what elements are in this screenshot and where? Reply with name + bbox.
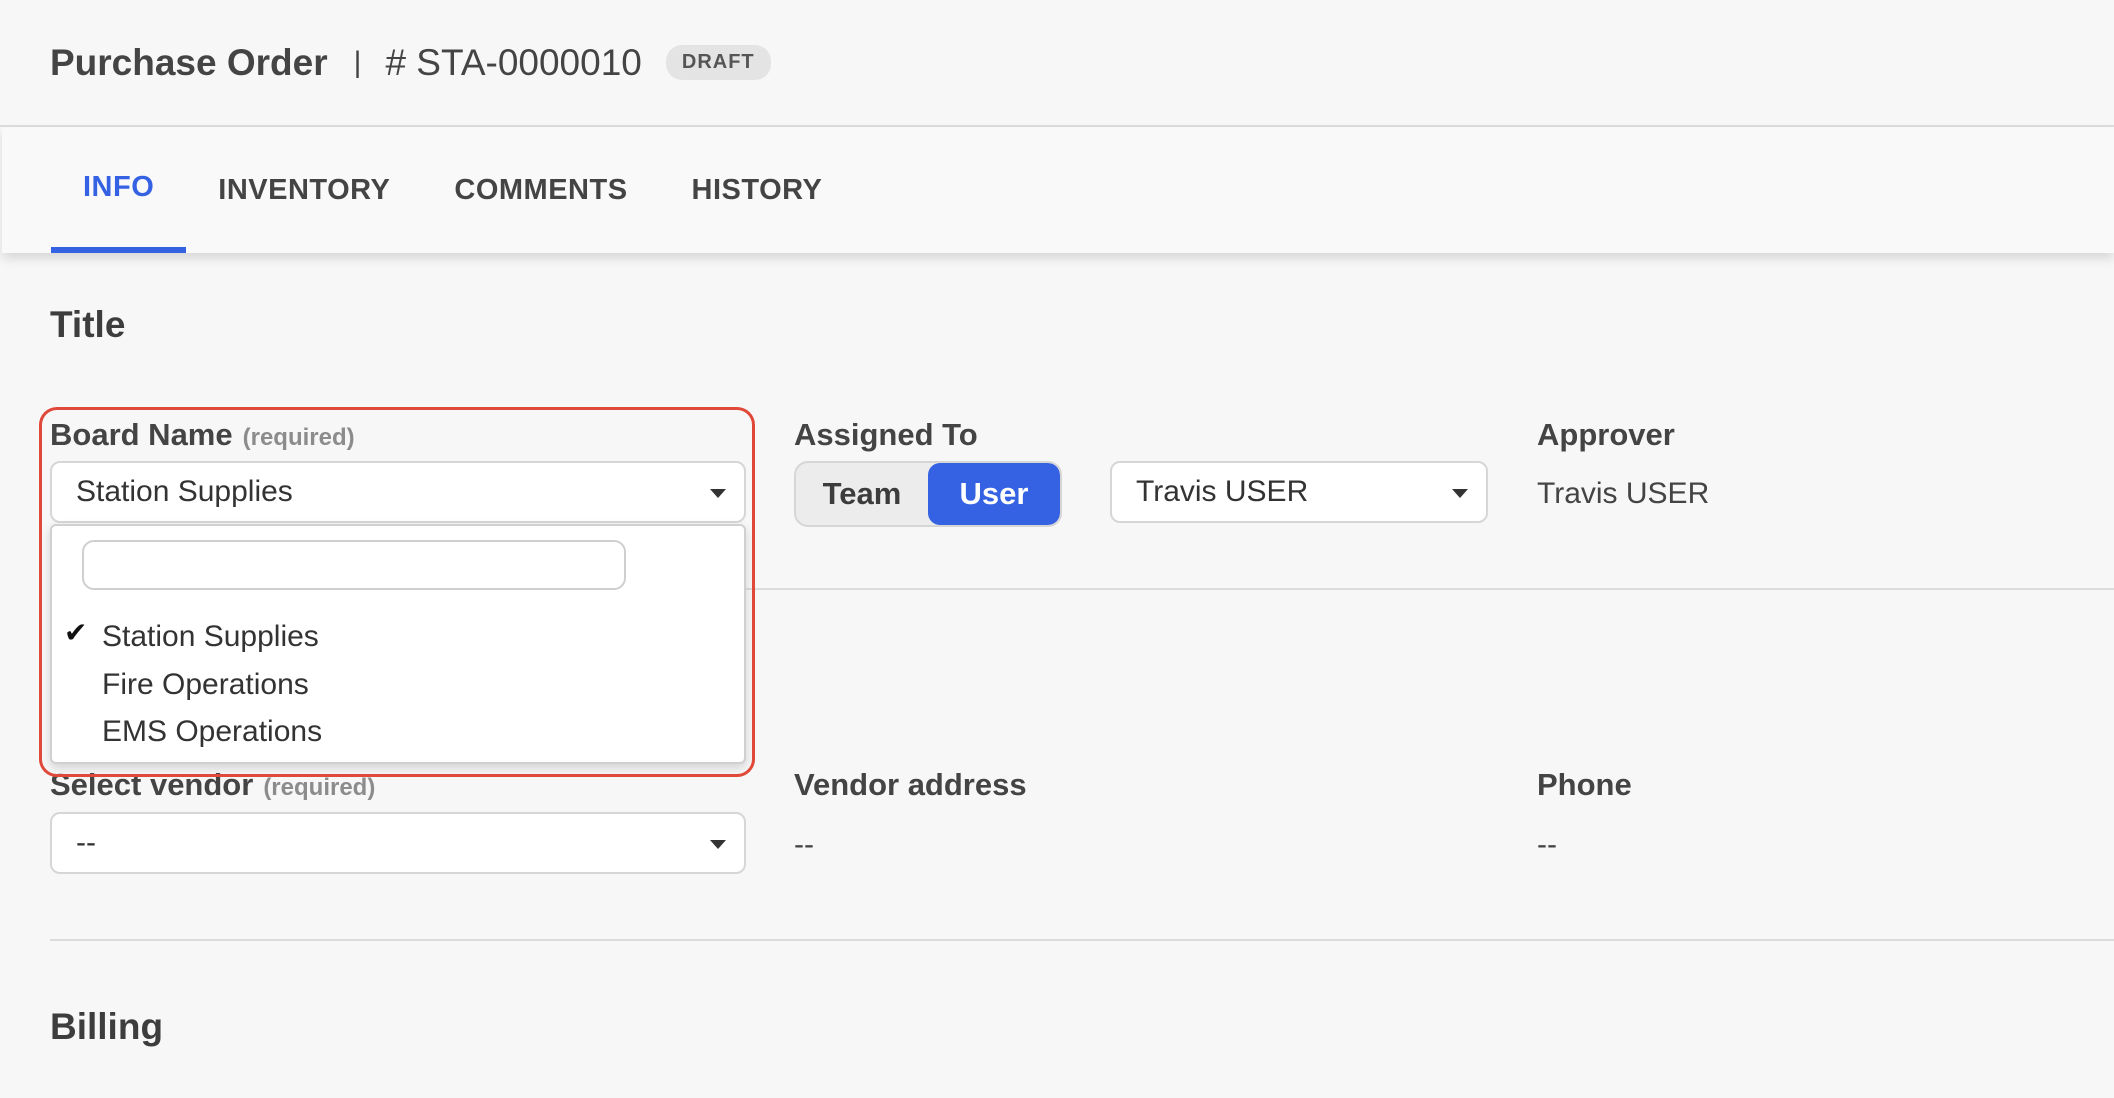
vendor-select[interactable]: -- xyxy=(50,812,746,874)
select-vendor-required: (required) xyxy=(263,774,376,801)
assigned-to-label: Assigned To xyxy=(794,417,978,452)
dropdown-search-input[interactable] xyxy=(82,540,626,590)
caret-down-icon xyxy=(710,840,726,849)
board-name-select[interactable]: Station Supplies xyxy=(50,461,746,523)
caret-down-icon xyxy=(1452,489,1468,498)
team-toggle-option[interactable]: Team xyxy=(796,463,928,525)
assigned-user-select[interactable]: Travis USER xyxy=(1110,461,1488,523)
order-number: # STA-0000010 xyxy=(385,41,642,83)
tab-comments[interactable]: COMMENTS xyxy=(422,127,659,253)
board-name-label: Board Name (required) xyxy=(50,417,355,453)
vendor-address-value: -- xyxy=(794,828,814,861)
dropdown-option-ems-operations[interactable]: EMS Operations xyxy=(102,715,322,749)
title-section-heading: Title xyxy=(50,304,126,345)
user-toggle-option[interactable]: User xyxy=(928,463,1060,525)
approver-value: Travis USER xyxy=(1537,477,1710,510)
assigned-user-value: Travis USER xyxy=(1136,475,1309,508)
phone-label: Phone xyxy=(1537,767,1632,802)
board-name-dropdown: ✔ Station Supplies Fire Operations EMS O… xyxy=(50,524,746,764)
select-vendor-label: Select vendor (required) xyxy=(50,767,375,803)
vendor-address-label: Vendor address xyxy=(794,767,1027,802)
dropdown-option-fire-operations[interactable]: Fire Operations xyxy=(102,668,309,702)
phone-value: -- xyxy=(1537,828,1557,861)
assigned-to-toggle: Team User xyxy=(794,461,1062,527)
tab-inventory[interactable]: INVENTORY xyxy=(186,127,422,253)
status-badge: DRAFT xyxy=(665,45,771,80)
caret-down-icon xyxy=(710,489,726,498)
vendor-select-value: -- xyxy=(76,826,96,859)
tab-info[interactable]: INFO xyxy=(51,127,187,253)
select-vendor-label-text: Select vendor xyxy=(50,767,254,802)
dropdown-option-station-supplies[interactable]: Station Supplies xyxy=(102,620,319,654)
section-divider xyxy=(50,939,2114,941)
checkmark-icon: ✔ xyxy=(64,617,88,648)
approver-label: Approver xyxy=(1537,417,1675,452)
tab-history[interactable]: HISTORY xyxy=(660,127,855,253)
page-title: Purchase Order xyxy=(50,41,328,83)
board-name-value: Station Supplies xyxy=(76,475,293,508)
title-separator: | xyxy=(353,45,362,79)
board-name-label-text: Board Name xyxy=(50,417,233,452)
billing-section-heading: Billing xyxy=(50,1006,164,1047)
tab-bar: INFO INVENTORY COMMENTS HISTORY xyxy=(2,127,2114,253)
board-name-required: (required) xyxy=(242,424,355,451)
page-header: Purchase Order | # STA-0000010 DRAFT xyxy=(0,0,2114,127)
purchase-order-page: Purchase Order | # STA-0000010 DRAFT INF… xyxy=(0,0,2114,1098)
